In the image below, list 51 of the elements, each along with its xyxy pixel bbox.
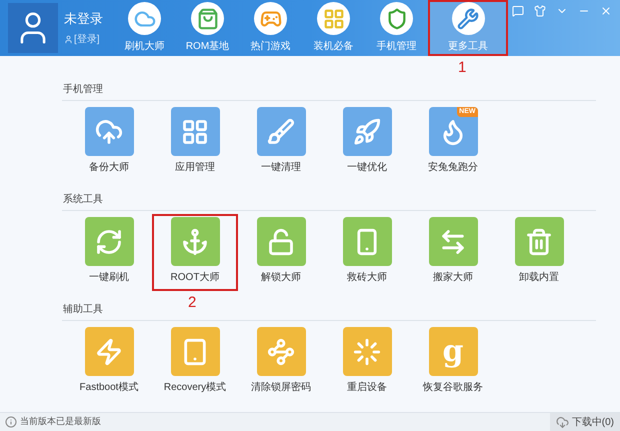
tool-item[interactable]: 一键刷机 <box>68 217 150 285</box>
cloud-upload-icon <box>95 118 123 146</box>
annotation-number: 2 <box>188 295 196 311</box>
section-title: 系统工具 <box>62 192 103 207</box>
app-grid-icon <box>317 2 350 35</box>
tool-item[interactable]: 重启设备 <box>326 327 408 395</box>
section-title: 辅助工具 <box>62 302 103 317</box>
tool-item[interactable]: 一键优化 <box>326 107 408 175</box>
tool-item[interactable]: 应用管理 <box>154 107 236 175</box>
rocket-icon <box>353 118 381 146</box>
skin-icon[interactable] <box>534 5 546 17</box>
status-message: 当前版本已是最新版 <box>20 415 102 428</box>
tool-item[interactable]: Fastboot模式 <box>68 327 150 395</box>
lightning-icon <box>95 338 123 366</box>
spinner-icon <box>353 338 381 366</box>
trash-icon <box>525 228 553 256</box>
nav-tab[interactable]: ROM基地 <box>176 0 239 56</box>
tool-item[interactable]: 备份大师 <box>68 107 150 175</box>
tool-item[interactable]: 救砖大师 <box>326 217 408 285</box>
download-icon <box>556 416 569 428</box>
gamepad-icon <box>254 2 287 35</box>
path-icon <box>267 338 295 366</box>
user-icon <box>64 34 73 44</box>
user-name: 未登录 <box>64 10 103 28</box>
shield-icon <box>380 2 413 35</box>
tool-item[interactable]: 卸载内置 <box>498 217 580 285</box>
glyph-logo: g <box>442 336 464 366</box>
tool-item[interactable]: ROOT大师 <box>154 217 236 285</box>
nav-tab[interactable]: 刷机大师 <box>113 0 176 56</box>
avatar-icon[interactable] <box>8 3 58 53</box>
shopping-bag-icon <box>191 2 224 35</box>
brush-icon <box>267 118 295 146</box>
tool-item[interactable]: 解锁大师 <box>240 217 322 285</box>
downloads-button[interactable]: 下载中(0) <box>550 413 620 431</box>
tool-item[interactable]: 一键清理 <box>240 107 322 175</box>
tool-item[interactable]: g 恢复谷歌服务 <box>412 327 494 395</box>
feedback-icon[interactable] <box>512 5 524 17</box>
annotation-number: 1 <box>458 60 466 76</box>
tool-item[interactable]: Recovery模式 <box>154 327 236 395</box>
grid-icon <box>181 118 209 146</box>
tool-item[interactable]: 搬家大师 <box>412 217 494 285</box>
arrows-icon <box>439 228 467 256</box>
cloud-icon <box>128 2 161 35</box>
info-icon <box>5 416 17 428</box>
close-icon[interactable] <box>600 5 612 17</box>
section-title: 手机管理 <box>62 82 103 97</box>
unlock-icon <box>267 228 295 256</box>
refresh-icon <box>95 228 123 256</box>
wrench-icon <box>452 2 484 35</box>
anchor-icon <box>181 228 209 256</box>
tool-item[interactable]: 清除锁屏密码 <box>240 327 322 395</box>
